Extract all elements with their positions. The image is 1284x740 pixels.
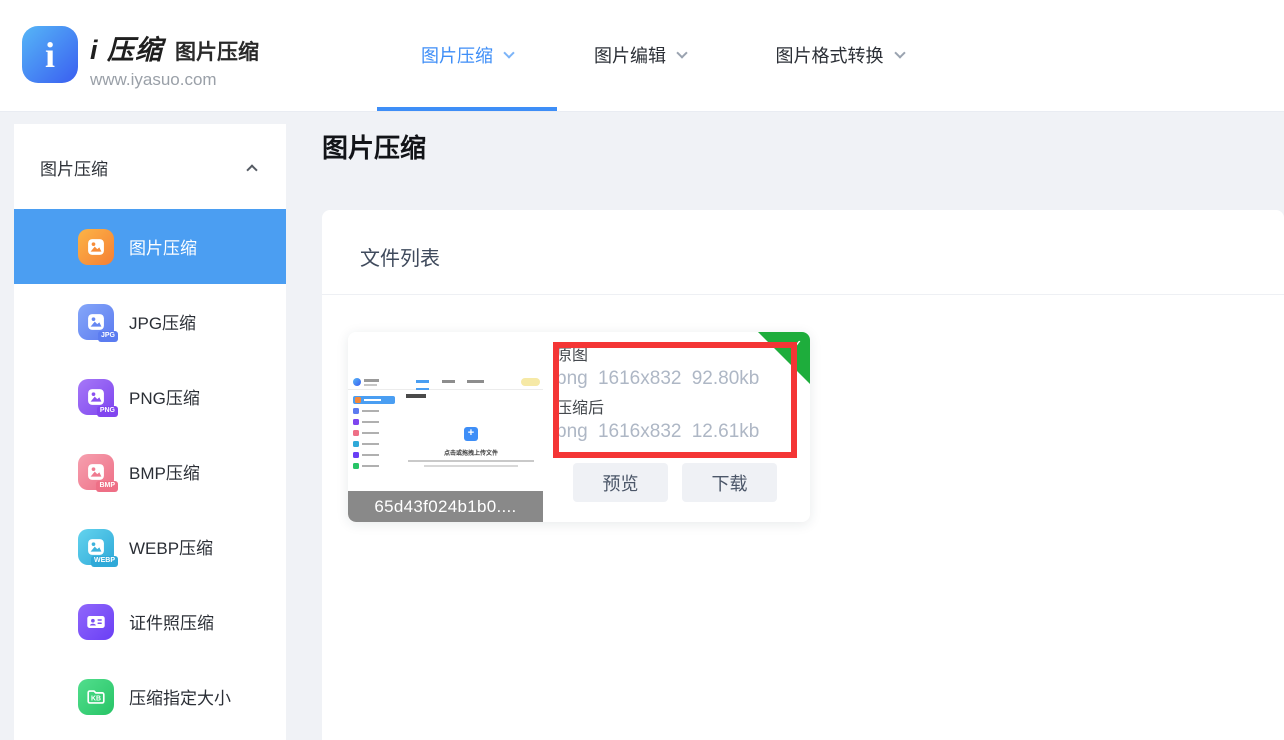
nav-tab-label: 图片压缩: [421, 42, 493, 68]
site-logo-icon[interactable]: i: [22, 26, 78, 83]
file-name: 65d43f024b1b0....: [348, 491, 543, 522]
sidebar-item-jpg-compress[interactable]: JPG JPG压缩: [14, 284, 286, 359]
panel-divider: [322, 294, 1284, 295]
mini-login-pill: [521, 378, 540, 386]
logo-i-glyph: i: [45, 37, 55, 73]
sidebar-item-webp-compress[interactable]: WEBP WEBP压缩: [14, 509, 286, 584]
top-header: i i 压缩 图片压缩 www.iyasuo.com 图片压缩 图片编辑 图片格…: [0, 0, 1284, 112]
file-card: + 点击或拖拽上传文件 65d43f024b1b0.... 原图 png 161…: [348, 332, 810, 522]
sidebar-group-label: 图片压缩: [40, 155, 108, 180]
compressed-label: 压缩后: [556, 398, 759, 420]
sidebar-item-png-compress[interactable]: PNG PNG压缩: [14, 359, 286, 434]
sidebar-item-label: WEBP压缩: [129, 534, 213, 559]
nav-tab-format-convert[interactable]: 图片格式转换: [742, 38, 937, 72]
file-info: 原图 png 1616x832 92.80kb 压缩后 png 1616x832…: [556, 345, 759, 451]
mini-logo: [353, 378, 361, 386]
logo-url: www.iyasuo.com: [90, 70, 259, 90]
active-tab-underline: [377, 107, 557, 111]
original-info: png 1616x832 92.80kb: [556, 367, 759, 391]
sidebar-item-label: PNG压缩: [129, 384, 200, 409]
preview-button[interactable]: 预览: [573, 463, 668, 502]
mini-header: [348, 375, 543, 390]
checkmark-icon: ✓: [790, 336, 803, 356]
bmp-badge: BMP: [96, 481, 118, 491]
nav-tab-label: 图片编辑: [594, 42, 666, 68]
panel-title: 文件列表: [360, 242, 440, 271]
logo-title: i 压缩: [90, 28, 163, 67]
sidebar-item-label: 证件照压缩: [129, 609, 214, 634]
mini-page-title: [406, 394, 426, 398]
nav-tab-image-compress[interactable]: 图片压缩: [377, 38, 557, 72]
sidebar-item-label: 压缩指定大小: [129, 684, 231, 709]
jpg-compress-icon: JPG: [78, 304, 114, 340]
site-logo-text[interactable]: i 压缩 图片压缩 www.iyasuo.com: [90, 28, 259, 90]
chevron-down-icon: [676, 47, 687, 58]
png-badge: PNG: [97, 406, 118, 416]
sidebar-item-id-photo-compress[interactable]: 证件照压缩: [14, 584, 286, 659]
page-title: 图片压缩: [322, 128, 426, 165]
original-label: 原图: [556, 345, 759, 367]
sidebar-item-compress-to-size[interactable]: KB 压缩指定大小: [14, 659, 286, 734]
sidebar-item-label: BMP压缩: [129, 459, 200, 484]
png-compress-icon: PNG: [78, 379, 114, 415]
svg-text:KB: KB: [91, 695, 101, 702]
image-compress-icon: [78, 229, 114, 265]
kb-folder-icon: KB: [78, 679, 114, 715]
sidebar-item-label: 图片压缩: [129, 234, 197, 259]
bmp-compress-icon: BMP: [78, 454, 114, 490]
sidebar-menu: 图片压缩 JPG JPG压缩 PNG PNG压缩 BMP: [14, 209, 286, 734]
download-button[interactable]: 下载: [682, 463, 777, 502]
compressed-info: png 1616x832 12.61kb: [556, 420, 759, 444]
sidebar-item-bmp-compress[interactable]: BMP BMP压缩: [14, 434, 286, 509]
id-photo-icon: [78, 604, 114, 640]
sidebar: 图片压缩 图片压缩 JPG JPG压缩 PNG: [14, 124, 286, 740]
mini-sidebar: [353, 396, 395, 473]
nav-tab-image-edit[interactable]: 图片编辑: [565, 38, 715, 72]
nav-tab-label: 图片格式转换: [776, 42, 884, 68]
chevron-down-icon: [894, 47, 905, 58]
sidebar-item-label: JPG压缩: [129, 309, 196, 334]
thumbnail-mini-screenshot: + 点击或拖拽上传文件: [348, 375, 543, 491]
sidebar-group-header[interactable]: 图片压缩: [40, 152, 256, 182]
mini-upload-plus-icon: +: [464, 427, 478, 441]
jpg-badge: JPG: [98, 331, 118, 341]
app-window: i i 压缩 图片压缩 www.iyasuo.com 图片压缩 图片编辑 图片格…: [0, 0, 1284, 740]
chevron-down-icon: [503, 47, 514, 58]
sidebar-item-image-compress[interactable]: 图片压缩: [14, 209, 286, 284]
webp-badge: WEBP: [91, 556, 118, 566]
file-thumbnail[interactable]: + 点击或拖拽上传文件 65d43f024b1b0....: [348, 332, 543, 522]
logo-subtitle: 图片压缩: [175, 36, 259, 66]
file-list-panel: 文件列表: [322, 210, 1284, 740]
webp-compress-icon: WEBP: [78, 529, 114, 565]
chevron-up-icon: [246, 164, 257, 175]
mini-upload-text: 点击或拖拽上传文件: [398, 448, 543, 457]
